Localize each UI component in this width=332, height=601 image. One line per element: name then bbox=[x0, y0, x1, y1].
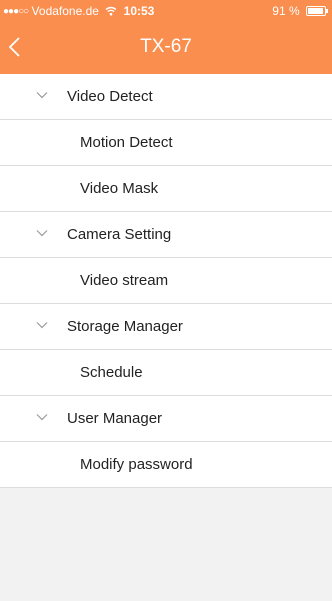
menu-section-header[interactable]: User Manager bbox=[0, 396, 332, 442]
menu-item-label: Motion Detect bbox=[80, 134, 173, 151]
section-label: Video Detect bbox=[67, 88, 153, 105]
menu-section-header[interactable]: Video Detect bbox=[0, 74, 332, 120]
carrier-info: ●●●○○ Vodafone.de 10:53 bbox=[3, 0, 154, 23]
menu-item-label: Video Mask bbox=[80, 180, 159, 197]
menu-item-label: Modify password bbox=[80, 456, 193, 473]
menu-item[interactable]: Schedule bbox=[0, 350, 332, 396]
status-bar: ●●●○○ Vodafone.de 10:53 91 % bbox=[0, 0, 332, 22]
settings-menu: Video Detect Motion Detect Video Mask Camer… bbox=[0, 74, 332, 488]
menu-item[interactable]: Modify password bbox=[0, 442, 332, 488]
menu-section-header[interactable]: Camera Setting bbox=[0, 212, 332, 258]
page-title: TX-67 bbox=[140, 36, 192, 57]
battery-percent: 91 % bbox=[272, 4, 300, 18]
battery-level bbox=[308, 8, 323, 14]
chevron-down-icon bbox=[36, 230, 48, 237]
menu-item[interactable]: Video Mask bbox=[0, 166, 332, 212]
app-header: ●●●○○ Vodafone.de 10:53 91 % TX-67 bbox=[0, 0, 332, 74]
menu-item-label: Video stream bbox=[80, 272, 169, 289]
section-label: Camera Setting bbox=[67, 226, 172, 243]
chevron-down-icon bbox=[36, 414, 48, 421]
section-label: Storage Manager bbox=[67, 318, 183, 335]
menu-section-header[interactable]: Storage Manager bbox=[0, 304, 332, 350]
carrier-name: Vodafone.de bbox=[31, 4, 99, 18]
status-time: 10:53 bbox=[123, 4, 155, 18]
battery-icon bbox=[306, 6, 328, 16]
section-label: User Manager bbox=[67, 410, 163, 427]
chevron-down-icon bbox=[36, 92, 48, 99]
wifi-icon bbox=[105, 4, 120, 18]
menu-item[interactable]: Video stream bbox=[0, 258, 332, 304]
battery-status: 91 % bbox=[272, 0, 328, 22]
menu-item-label: Schedule bbox=[80, 364, 143, 381]
menu-item[interactable]: Motion Detect bbox=[0, 120, 332, 166]
chevron-down-icon bbox=[36, 322, 48, 329]
signal-strength-icon: ●●●○○ bbox=[3, 6, 29, 17]
